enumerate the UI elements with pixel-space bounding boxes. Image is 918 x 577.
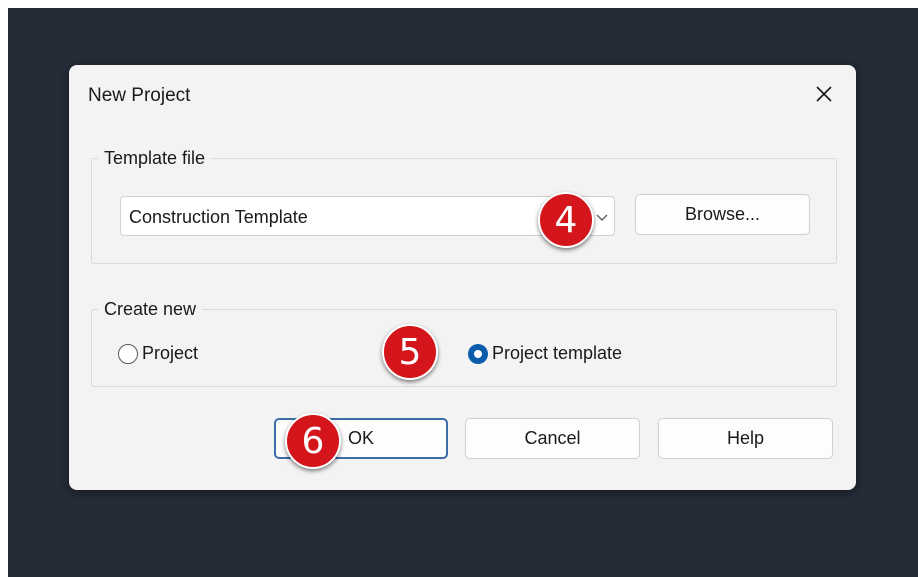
- radio-project-circle: [118, 343, 138, 364]
- annotation-badge-4: 4: [538, 192, 594, 248]
- help-button[interactable]: Help: [658, 418, 833, 459]
- radio-project[interactable]: Project: [118, 343, 198, 364]
- annotation-badge-5: 5: [382, 324, 438, 380]
- browse-button[interactable]: Browse...: [635, 194, 810, 235]
- create-new-label: Create new: [98, 298, 203, 320]
- chevron-down-icon: [596, 214, 608, 221]
- radio-project-template-label: Project template: [492, 343, 623, 363]
- annotation-badge-6: 6: [285, 413, 341, 469]
- close-button[interactable]: [807, 77, 841, 111]
- create-new-group: Create new Project Project template: [91, 298, 837, 387]
- cancel-button[interactable]: Cancel: [465, 418, 640, 459]
- template-file-group: Template file Construction Template Brow…: [91, 147, 837, 264]
- radio-project-template-circle: [468, 343, 488, 364]
- template-file-label: Template file: [98, 147, 212, 169]
- close-icon: [816, 86, 832, 102]
- dialog-title: New Project: [88, 85, 191, 106]
- template-file-value: Construction Template: [129, 207, 308, 227]
- radio-project-template[interactable]: Project template: [468, 343, 622, 364]
- radio-project-label: Project: [142, 343, 199, 363]
- new-project-dialog: New Project Template file Construction T…: [69, 65, 856, 490]
